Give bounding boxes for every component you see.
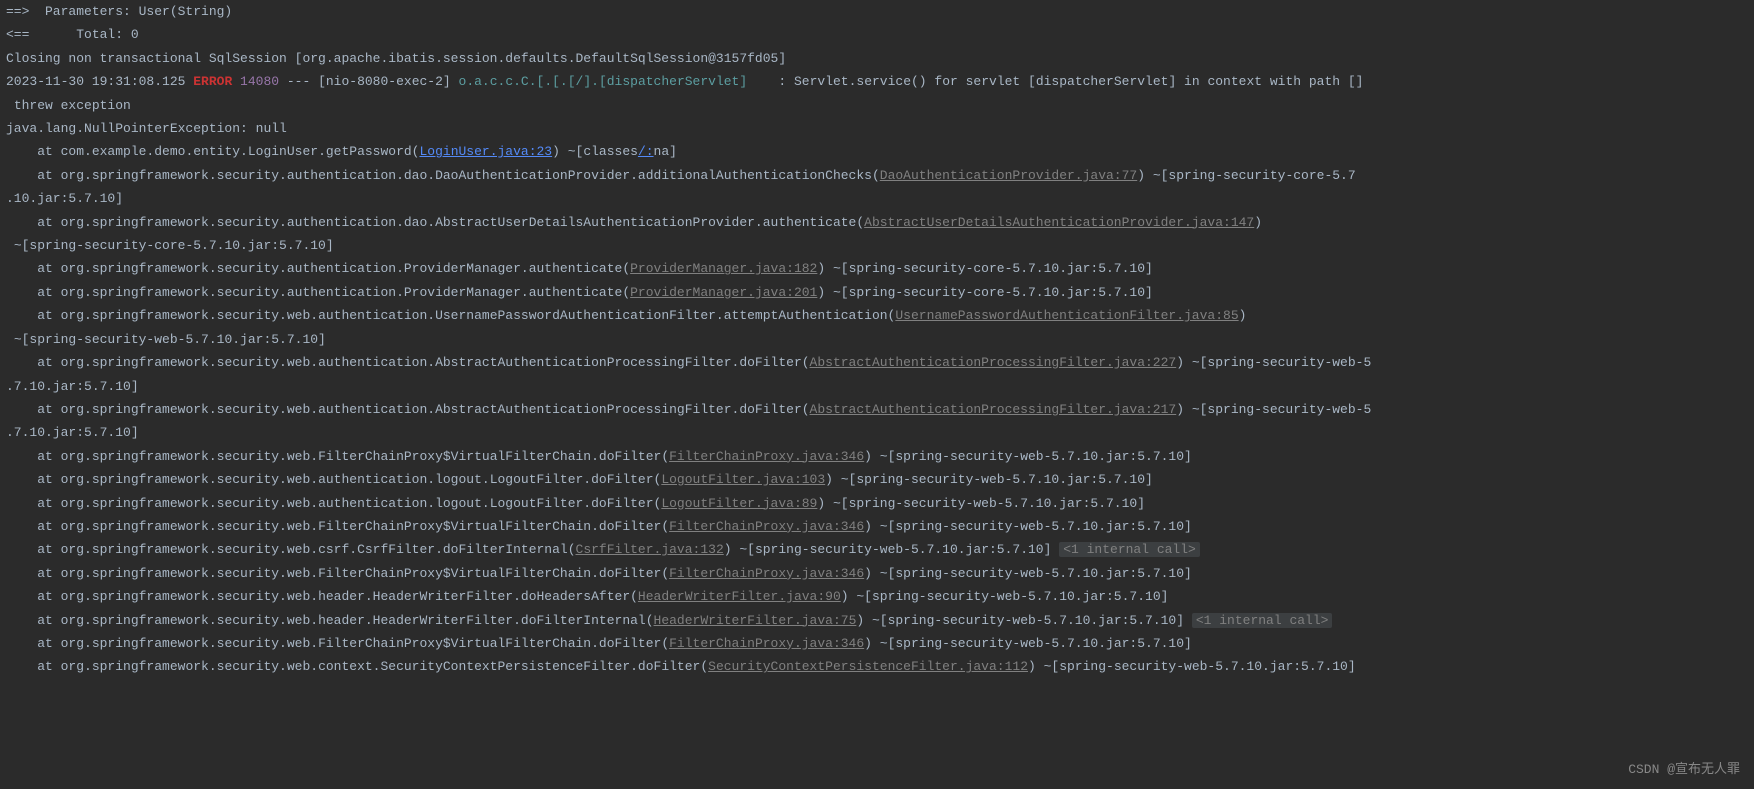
log-line-continuation: threw exception bbox=[6, 94, 1748, 117]
stack-frame: at org.springframework.security.web.head… bbox=[6, 609, 1748, 632]
stack-frame-wrap: ~[spring-security-core-5.7.10.jar:5.7.10… bbox=[6, 234, 1748, 257]
source-link[interactable]: AbstractAuthenticationProcessingFilter.j… bbox=[810, 402, 1177, 417]
stack-frame-wrap: .10.jar:5.7.10] bbox=[6, 187, 1748, 210]
stack-frame: at org.springframework.security.web.auth… bbox=[6, 492, 1748, 515]
log-level-error: ERROR bbox=[193, 74, 232, 89]
log-line-parameters: ==> Parameters: User(String) bbox=[6, 0, 1748, 23]
log-line-error-header: 2023-11-30 19:31:08.125 ERROR 14080 --- … bbox=[6, 70, 1748, 93]
source-link[interactable]: ProviderManager.java:201 bbox=[630, 285, 817, 300]
stack-frame: at org.springframework.security.authenti… bbox=[6, 281, 1748, 304]
stack-frame: at org.springframework.security.web.auth… bbox=[6, 468, 1748, 491]
spacer: : bbox=[747, 74, 794, 89]
stack-frame: at org.springframework.security.web.Filt… bbox=[6, 515, 1748, 538]
source-link[interactable]: FilterChainProxy.java:346 bbox=[669, 449, 864, 464]
logger-name: o.a.c.c.C.[.[.[/].[dispatcherServlet] bbox=[459, 74, 748, 89]
source-link[interactable]: AbstractUserDetailsAuthenticationProvide… bbox=[864, 215, 1254, 230]
source-link[interactable]: /: bbox=[638, 144, 654, 159]
stack-frame: at org.springframework.security.web.head… bbox=[6, 585, 1748, 608]
stack-frame: at org.springframework.security.web.auth… bbox=[6, 398, 1748, 421]
stack-frame: at org.springframework.security.web.Filt… bbox=[6, 445, 1748, 468]
source-link[interactable]: HeaderWriterFilter.java:75 bbox=[654, 613, 857, 628]
stack-frame: at org.springframework.security.authenti… bbox=[6, 164, 1748, 187]
source-link[interactable]: FilterChainProxy.java:346 bbox=[669, 566, 864, 581]
stack-frame: at org.springframework.security.authenti… bbox=[6, 257, 1748, 280]
internal-calls-hint[interactable]: <1 internal call> bbox=[1059, 542, 1200, 557]
log-line-closing: Closing non transactional SqlSession [or… bbox=[6, 47, 1748, 70]
stack-frame-wrap: ~[spring-security-web-5.7.10.jar:5.7.10] bbox=[6, 328, 1748, 351]
stack-frame-wrap: .7.10.jar:5.7.10] bbox=[6, 375, 1748, 398]
timestamp: 2023-11-30 19:31:08.125 bbox=[6, 74, 193, 89]
source-link[interactable]: HeaderWriterFilter.java:90 bbox=[638, 589, 841, 604]
watermark: CSDN @宣布无人罪 bbox=[1628, 758, 1740, 781]
stack-frame: at org.springframework.security.web.Filt… bbox=[6, 632, 1748, 655]
source-link[interactable]: FilterChainProxy.java:346 bbox=[669, 636, 864, 651]
source-link[interactable]: CsrfFilter.java:132 bbox=[576, 542, 724, 557]
source-link[interactable]: DaoAuthenticationProvider.java:77 bbox=[880, 168, 1137, 183]
internal-calls-hint[interactable]: <1 internal call> bbox=[1192, 613, 1333, 628]
stack-frame-wrap: .7.10.jar:5.7.10] bbox=[6, 421, 1748, 444]
stack-frame: at org.springframework.security.web.cont… bbox=[6, 655, 1748, 678]
log-line-total: <== Total: 0 bbox=[6, 23, 1748, 46]
process-id: 14080 bbox=[232, 74, 279, 89]
source-link[interactable]: LogoutFilter.java:89 bbox=[661, 496, 817, 511]
source-link[interactable]: LogoutFilter.java:103 bbox=[661, 472, 825, 487]
stack-frame: at org.springframework.security.web.csrf… bbox=[6, 538, 1748, 561]
separator: --- bbox=[279, 74, 318, 89]
source-link[interactable]: AbstractAuthenticationProcessingFilter.j… bbox=[810, 355, 1177, 370]
source-link[interactable]: ProviderManager.java:182 bbox=[630, 261, 817, 276]
stack-frame: at org.springframework.security.authenti… bbox=[6, 211, 1748, 234]
source-link[interactable]: FilterChainProxy.java:346 bbox=[669, 519, 864, 534]
log-message: Servlet.service() for servlet [dispatche… bbox=[794, 74, 1364, 89]
stack-frame: at org.springframework.security.web.Filt… bbox=[6, 562, 1748, 585]
stack-frame: at com.example.demo.entity.LoginUser.get… bbox=[6, 140, 1748, 163]
stack-frame: at org.springframework.security.web.auth… bbox=[6, 351, 1748, 374]
stack-frame: at org.springframework.security.web.auth… bbox=[6, 304, 1748, 327]
source-link[interactable]: SecurityContextPersistenceFilter.java:11… bbox=[708, 659, 1028, 674]
source-link[interactable]: LoginUser.java:23 bbox=[419, 144, 552, 159]
thread-name: [nio-8080-exec-2] bbox=[318, 74, 458, 89]
exception-header: java.lang.NullPointerException: null bbox=[6, 117, 1748, 140]
source-link[interactable]: UsernamePasswordAuthenticationFilter.jav… bbox=[895, 308, 1238, 323]
